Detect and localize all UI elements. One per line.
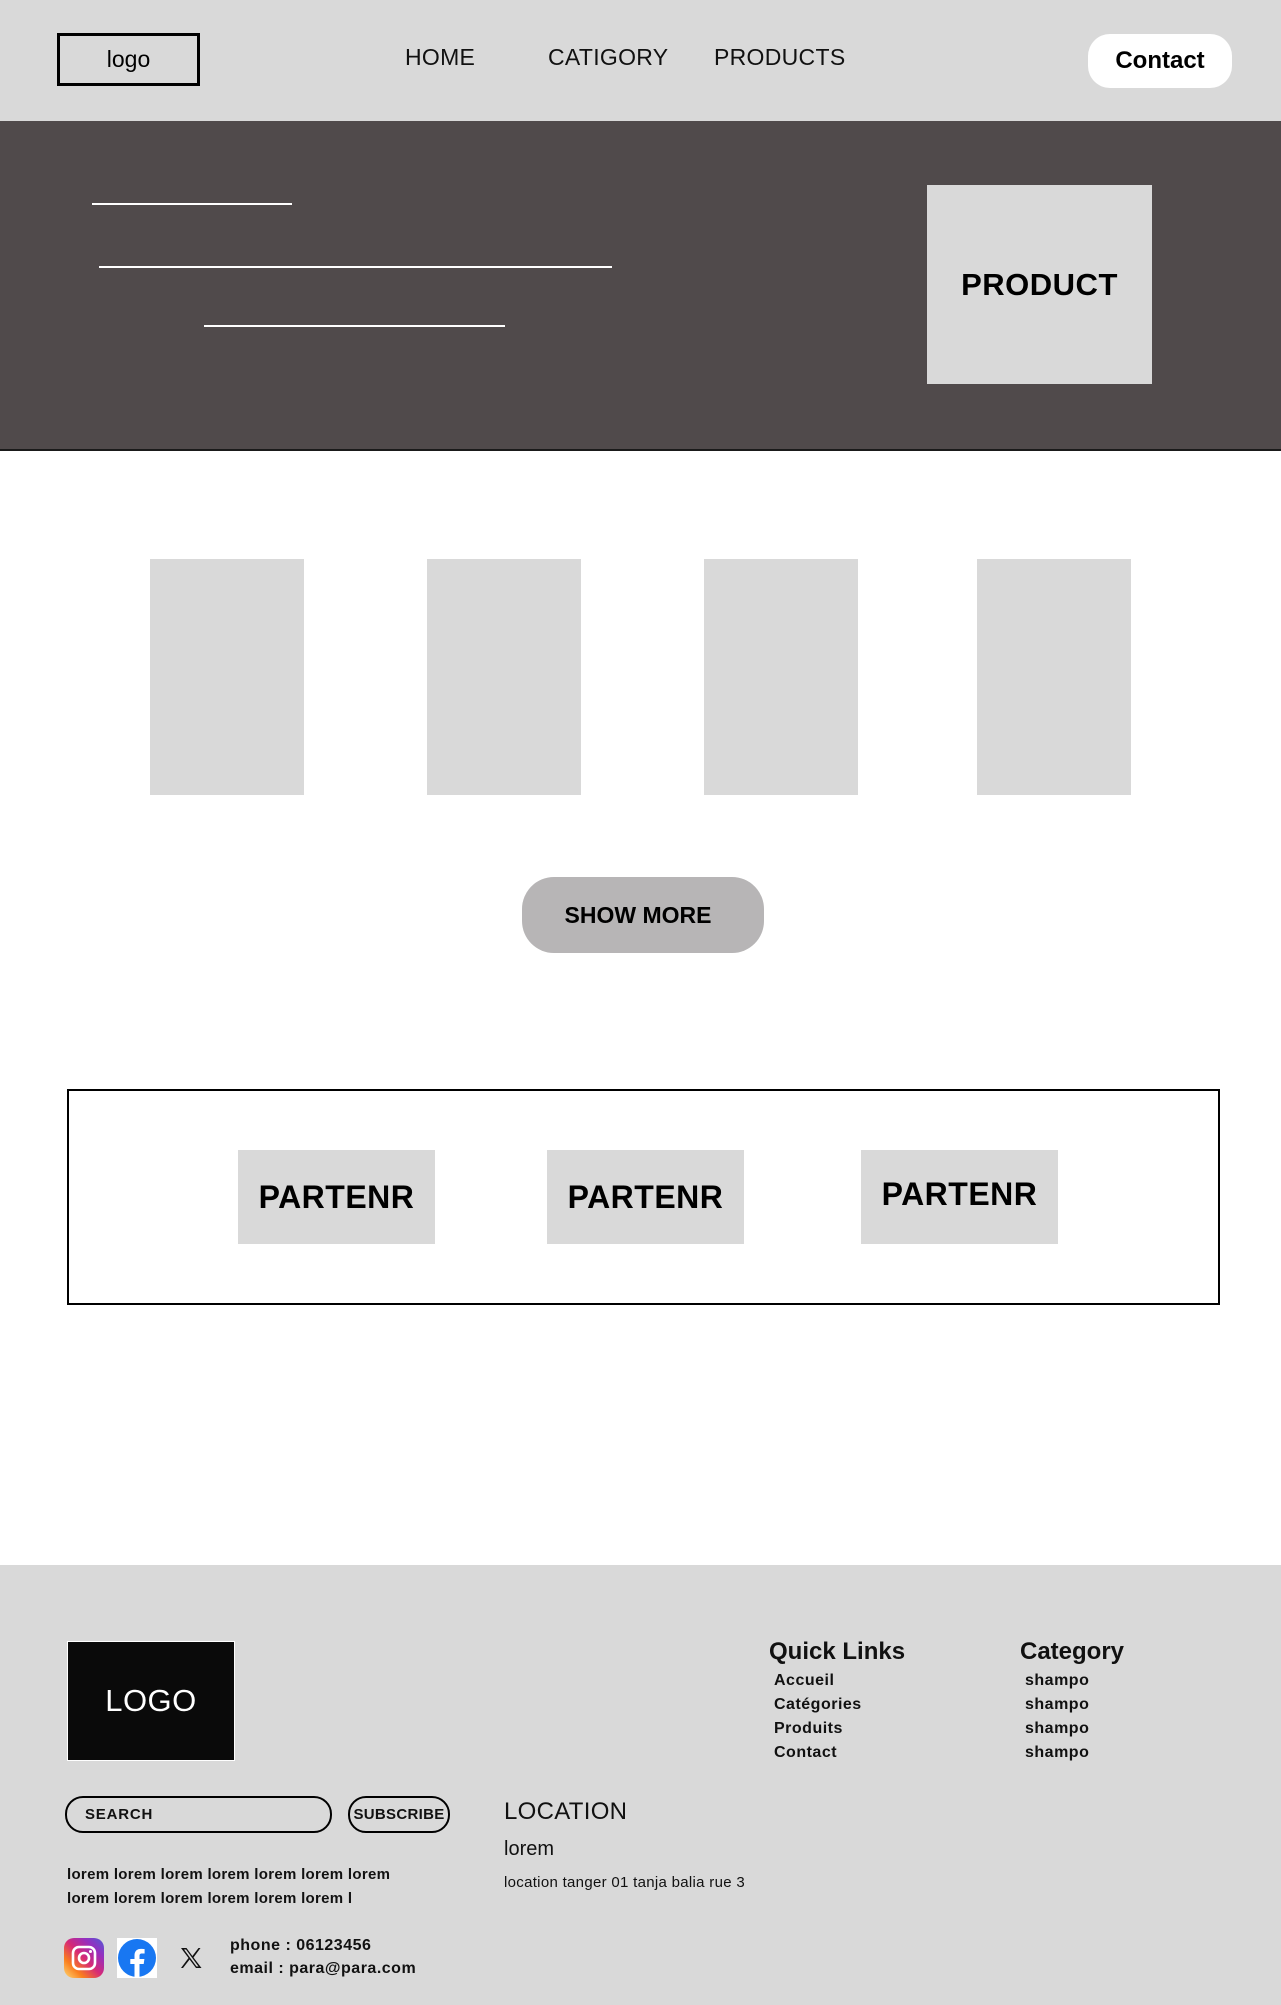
hero-heading-line bbox=[92, 203, 292, 205]
footer-category-item[interactable]: shampo bbox=[1025, 1744, 1089, 1762]
location-address: location tanger 01 tanja balia rue 3 bbox=[504, 1874, 745, 1891]
category-title: Category bbox=[1020, 1638, 1125, 1665]
nav-products[interactable]: PRODUCTS bbox=[714, 44, 845, 71]
footer-category-item[interactable]: shampo bbox=[1025, 1696, 1089, 1714]
footer-link-produits[interactable]: Produits bbox=[774, 1720, 843, 1738]
hero-subtext-line bbox=[204, 325, 505, 327]
footer-link-contact[interactable]: Contact bbox=[774, 1744, 837, 1762]
subscribe-button[interactable]: SUBSCRIBE bbox=[348, 1796, 450, 1833]
footer-link-accueil[interactable]: Accueil bbox=[774, 1672, 834, 1690]
footer-link-categories[interactable]: Catégories bbox=[774, 1696, 862, 1714]
x-icon[interactable] bbox=[171, 1938, 211, 1978]
partner-logo-1: PARTENR bbox=[238, 1150, 435, 1244]
location-subtitle: lorem bbox=[504, 1838, 555, 1860]
search-input[interactable] bbox=[65, 1796, 332, 1833]
footer-category-item[interactable]: shampo bbox=[1025, 1672, 1089, 1690]
facebook-icon[interactable] bbox=[117, 1938, 157, 1978]
footer-category-item[interactable]: shampo bbox=[1025, 1720, 1089, 1738]
footer-email[interactable]: email : para@para.com bbox=[230, 1960, 416, 1978]
location-title: LOCATION bbox=[504, 1798, 628, 1825]
footer-description-line-2: lorem lorem lorem lorem lorem lorem l bbox=[67, 1890, 353, 1907]
quick-links-title: Quick Links bbox=[769, 1638, 906, 1665]
header-logo[interactable]: logo bbox=[57, 33, 200, 86]
partner-logo-2: PARTENR bbox=[547, 1150, 744, 1244]
product-card-4[interactable] bbox=[977, 559, 1131, 795]
hero-product-image[interactable]: PRODUCT bbox=[927, 185, 1152, 384]
nav-category[interactable]: CATIGORY bbox=[548, 44, 668, 71]
footer-logo[interactable]: LOGO bbox=[67, 1641, 235, 1761]
product-card-1[interactable] bbox=[150, 559, 304, 795]
footer-description-line-1: lorem lorem lorem lorem lorem lorem lore… bbox=[67, 1866, 391, 1883]
nav-home[interactable]: HOME bbox=[405, 44, 475, 71]
partner-logo-3: PARTENR bbox=[861, 1150, 1058, 1244]
show-more-button[interactable]: SHOW MORE bbox=[522, 877, 764, 953]
contact-button[interactable]: Contact bbox=[1088, 34, 1232, 88]
product-card-3[interactable] bbox=[704, 559, 858, 795]
footer-phone: phone : 06123456 bbox=[230, 1937, 372, 1954]
instagram-icon[interactable] bbox=[64, 1938, 104, 1978]
hero-text-line bbox=[99, 266, 612, 268]
product-card-2[interactable] bbox=[427, 559, 581, 795]
